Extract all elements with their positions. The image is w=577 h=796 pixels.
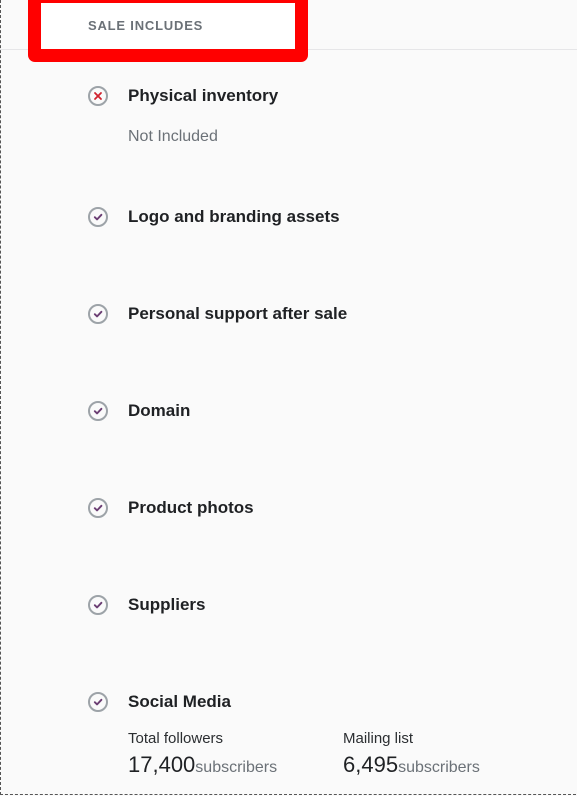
check-circle-icon [88, 692, 108, 712]
stat-unit: subscribers [195, 759, 278, 776]
stat-number: 17,400 [128, 752, 196, 777]
check-circle-icon [88, 304, 108, 324]
stat-label: Mailing list [343, 730, 414, 747]
sale-item-product-photos: Product photos [88, 498, 558, 520]
section-header: SALE INCLUDES [0, 0, 577, 62]
stat-value-row: 6,495subscribers [343, 752, 480, 781]
sale-item-suppliers: Suppliers [88, 595, 558, 617]
item-label: Personal support after sale [128, 304, 348, 323]
item-label: Domain [128, 401, 191, 420]
sale-item-social-media: Social Media Total followers 17,400subsc… [88, 692, 558, 784]
stat-unit: subscribers [398, 759, 480, 776]
item-label: Physical inventory [128, 86, 279, 105]
x-circle-icon [88, 86, 108, 106]
item-label: Social Media [128, 692, 231, 711]
section-title: SALE INCLUDES [88, 18, 204, 33]
mailing-list-stat: Mailing list 6,495subscribers [343, 730, 480, 781]
item-label: Product photos [128, 498, 254, 517]
check-circle-icon [88, 595, 108, 615]
check-circle-icon [88, 498, 108, 518]
stat-value-row: 17,400subscribers [128, 752, 277, 781]
check-circle-icon [88, 401, 108, 421]
sale-item-physical-inventory: Physical inventory Not Included [88, 86, 558, 152]
total-followers-stat: Total followers 17,400subscribers [128, 730, 277, 781]
stat-label: Total followers [128, 730, 224, 747]
sale-item-personal-support: Personal support after sale [88, 304, 558, 326]
item-label: Logo and branding assets [128, 207, 340, 226]
not-included-note: Not Included [128, 128, 218, 145]
sale-item-domain: Domain [88, 401, 558, 423]
item-label: Suppliers [128, 595, 206, 614]
check-circle-icon [88, 207, 108, 227]
stat-number: 6,495 [343, 752, 399, 777]
sale-item-logo-branding: Logo and branding assets [88, 207, 558, 229]
